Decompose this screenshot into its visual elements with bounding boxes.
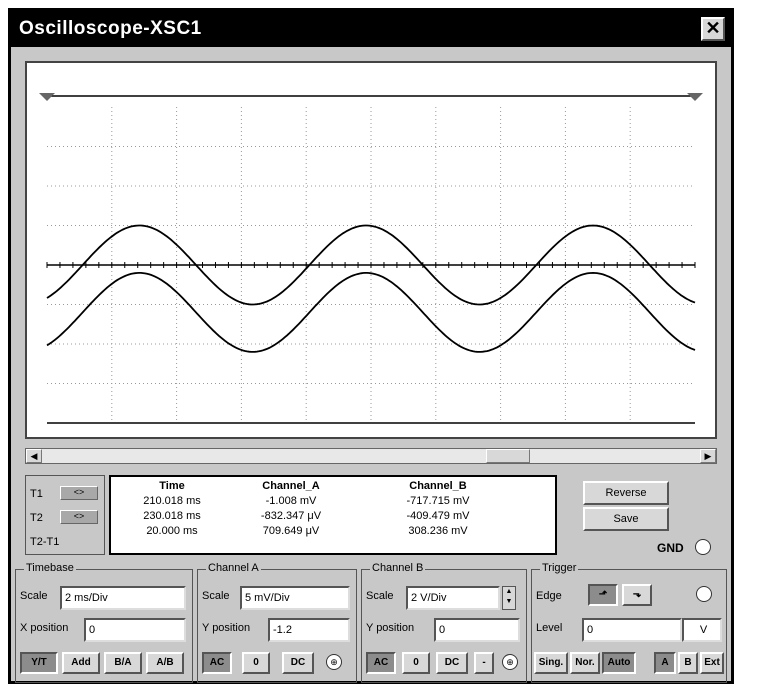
channel-b-delta: 308.236 mV xyxy=(408,525,468,537)
channel-b-column: Channel_B -717.715 mV -409.479 mV 308.23… xyxy=(373,479,503,539)
time-t1: 210.018 ms xyxy=(143,495,201,507)
channel-b-minus-button[interactable]: - xyxy=(474,652,494,674)
timebase-title: Timebase xyxy=(24,562,76,574)
channel-b-title: Channel B xyxy=(370,562,426,574)
channel-b-t1: -717.715 mV xyxy=(406,495,470,507)
mode-yt-button[interactable]: Y/T xyxy=(20,652,58,674)
channel-a-ypos-label: Y position xyxy=(202,622,251,634)
channel-a-column: Channel_A -1.008 mV -832.347 μV 709.649 … xyxy=(231,479,351,539)
level-unit-field[interactable]: V xyxy=(682,618,722,642)
channel-a-zero-button[interactable]: 0 xyxy=(242,652,270,674)
ext-trigger-terminal-icon[interactable] xyxy=(696,586,712,602)
waveform-display xyxy=(39,93,703,424)
trigger-auto-button[interactable]: Auto xyxy=(602,652,636,674)
time-header: Time xyxy=(159,480,185,492)
channel-b-t2: -409.479 mV xyxy=(406,510,470,522)
trigger-source-a-button[interactable]: A xyxy=(654,652,676,674)
scroll-thumb[interactable] xyxy=(486,449,530,463)
x-position-field[interactable]: 0 xyxy=(84,618,186,642)
t1-arrows-button[interactable]: <> xyxy=(60,486,98,500)
channel-a-ac-button[interactable]: AC xyxy=(202,652,232,674)
edge-label: Edge xyxy=(536,590,562,602)
channel-b-group: Channel B Scale 2 V/Div ▲ ▼ Y position 0 … xyxy=(361,562,527,683)
channel-a-group: Channel A Scale 5 mV/Div Y position -1.2… xyxy=(197,562,357,683)
trigger-title: Trigger xyxy=(540,562,579,574)
channel-a-t1: -1.008 mV xyxy=(265,495,317,507)
trigger-source-b-button[interactable]: B xyxy=(678,652,698,674)
channel-b-dc-button[interactable]: DC xyxy=(436,652,468,674)
save-button[interactable]: Save xyxy=(583,507,669,531)
close-button[interactable]: ✕ xyxy=(701,17,725,41)
channel-a-scale-field[interactable]: 5 mV/Div xyxy=(240,586,350,610)
timebase-group: Timebase Scale 2 ms/Div X position 0 Y/T… xyxy=(15,562,193,683)
rising-edge-button[interactable]: ⬏ xyxy=(588,584,618,606)
falling-edge-icon: ⬎ xyxy=(632,589,642,600)
channel-a-title: Channel A xyxy=(206,562,261,574)
level-field[interactable]: 0 xyxy=(582,618,682,642)
oscilloscope-screen xyxy=(25,61,717,439)
scroll-left-arrow-icon[interactable]: ◀ xyxy=(26,449,42,463)
channel-a-t2: -832.347 μV xyxy=(260,510,322,522)
channel-b-waveform xyxy=(46,271,696,353)
channel-b-scale-field[interactable]: 2 V/Div xyxy=(406,586,500,610)
channel-a-scale-label: Scale xyxy=(202,590,230,602)
timebase-scale-label: Scale xyxy=(20,590,48,602)
t2-t1-label: T2-T1 xyxy=(30,536,60,548)
t2-label: T2 xyxy=(30,512,43,524)
scroll-right-arrow-icon[interactable]: ▶ xyxy=(700,449,716,463)
cursor-t1-marker-icon xyxy=(39,93,55,101)
channel-b-zero-button[interactable]: 0 xyxy=(402,652,430,674)
mode-ab-button[interactable]: A/B xyxy=(146,652,184,674)
measurement-table: Time 210.018 ms 230.018 ms 20.000 ms Cha… xyxy=(109,475,557,555)
channel-a-terminal-icon[interactable]: ⊕ xyxy=(326,654,342,670)
x-position-label: X position xyxy=(20,622,69,634)
reverse-button[interactable]: Reverse xyxy=(583,481,669,505)
time-column: Time 210.018 ms 230.018 ms 20.000 ms xyxy=(117,479,227,539)
t1-label: T1 xyxy=(30,488,43,500)
channel-b-ypos-label: Y position xyxy=(366,622,415,634)
close-icon: ✕ xyxy=(705,18,721,38)
cursor-t2-marker-icon xyxy=(687,93,703,101)
gnd-terminal-icon[interactable] xyxy=(695,539,711,555)
window-title: Oscilloscope-XSC1 xyxy=(19,18,202,39)
trigger-normal-button[interactable]: Nor. xyxy=(570,652,600,674)
channel-b-scale-spinner-icon[interactable]: ▲ ▼ xyxy=(502,586,516,610)
cursor-controls: T1 <> T2 <> T2-T1 xyxy=(25,475,105,555)
time-delta: 20.000 ms xyxy=(146,525,198,537)
trigger-source-ext-button[interactable]: Ext xyxy=(700,652,724,674)
channel-a-ypos-field[interactable]: -1.2 xyxy=(268,618,350,642)
channel-a-delta: 709.649 μV xyxy=(262,525,320,537)
channel-a-header: Channel_A xyxy=(262,480,320,492)
cursor-readout-panel: T1 <> T2 <> T2-T1 Time 210.018 ms 230.01… xyxy=(25,471,557,557)
level-label: Level xyxy=(536,622,563,634)
channel-b-ac-button[interactable]: AC xyxy=(366,652,396,674)
horizontal-scrollbar[interactable]: ◀ ▶ xyxy=(25,448,717,464)
channel-b-ypos-field[interactable]: 0 xyxy=(434,618,520,642)
oscilloscope-window: Oscilloscope-XSC1 ✕ ◀ ▶ T1 <> T2 <> T2-T… xyxy=(8,8,734,684)
falling-edge-button[interactable]: ⬎ xyxy=(622,584,652,606)
timebase-scale-field[interactable]: 2 ms/Div xyxy=(60,586,186,610)
mode-ba-button[interactable]: B/A xyxy=(104,652,142,674)
trigger-single-button[interactable]: Sing. xyxy=(534,652,568,674)
title-bar[interactable]: Oscilloscope-XSC1 ✕ xyxy=(11,11,731,47)
channel-b-scale-label: Scale xyxy=(366,590,394,602)
channel-b-terminal-icon[interactable]: ⊕ xyxy=(502,654,518,670)
channel-b-header: Channel_B xyxy=(409,480,467,492)
time-t2: 230.018 ms xyxy=(143,510,201,522)
channel-a-dc-button[interactable]: DC xyxy=(282,652,314,674)
rising-edge-icon: ⬏ xyxy=(598,589,608,600)
mode-add-button[interactable]: Add xyxy=(62,652,100,674)
trigger-group: Trigger Edge ⬏ ⬎ Level 0 V Sing. Nor. Au… xyxy=(531,562,727,683)
gnd-label: GND xyxy=(657,541,684,555)
t2-arrows-button[interactable]: <> xyxy=(60,510,98,524)
